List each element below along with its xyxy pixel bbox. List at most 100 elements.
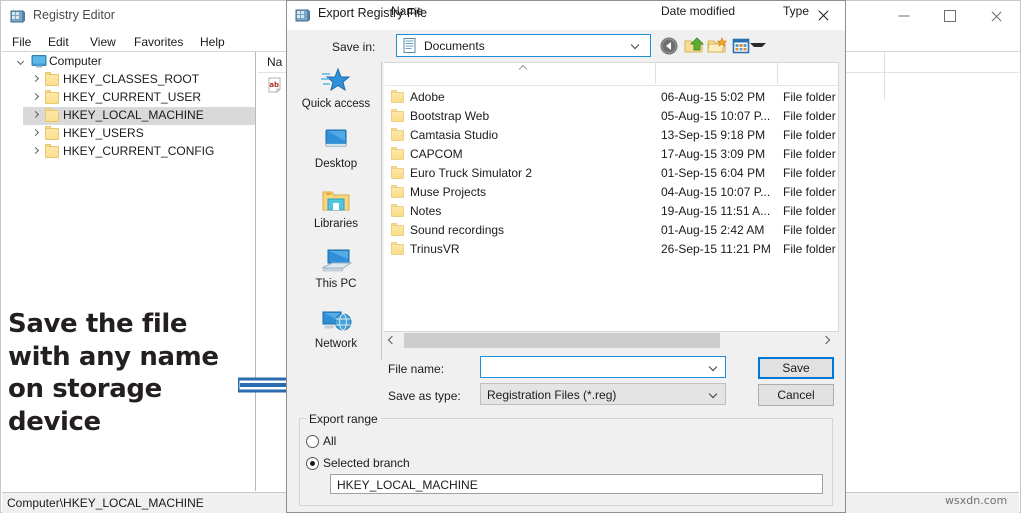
tree-node-label: HKEY_LOCAL_MACHINE [63, 108, 204, 122]
close-button[interactable] [973, 1, 1019, 31]
save-as-type-label: Save as type: [388, 389, 461, 403]
file-list-row[interactable]: Muse Projects 04-Aug-15 10:07 P... File … [385, 183, 838, 202]
file-date: 26-Sep-15 11:21 PM [661, 242, 771, 256]
tree-node-label: HKEY_USERS [63, 126, 144, 140]
documents-folder-icon [402, 38, 417, 53]
chevron-down-icon[interactable] [750, 43, 766, 52]
chevron-right-icon[interactable] [31, 111, 40, 120]
column-header-type[interactable]: Type [783, 4, 809, 18]
svg-text:ab: ab [269, 81, 279, 89]
place-quick-access[interactable]: Quick access [292, 66, 380, 124]
place-label: Quick access [301, 98, 371, 110]
folder-icon [391, 242, 404, 255]
registry-editor-icon [9, 7, 27, 25]
tree-node-computer[interactable]: Computer [9, 53, 255, 71]
file-date: 04-Aug-15 10:07 P... [661, 185, 771, 199]
chevron-right-icon[interactable] [31, 147, 40, 156]
file-list-row[interactable]: Euro Truck Simulator 2 01-Sep-15 6:04 PM… [385, 164, 838, 183]
views-button[interactable] [731, 36, 751, 56]
file-list-row[interactable]: Sound recordings 01-Aug-15 2:42 AM File … [385, 221, 838, 240]
save-in-label: Save in: [332, 40, 376, 54]
menu-edit[interactable]: Edit [41, 33, 76, 51]
folder-icon [45, 108, 59, 122]
folder-icon [391, 223, 404, 236]
radio-all[interactable] [306, 435, 319, 448]
up-one-level-button[interactable] [684, 36, 704, 56]
place-network[interactable]: Network [292, 306, 380, 364]
selected-branch-field[interactable] [335, 476, 822, 494]
menu-favorites[interactable]: Favorites [127, 33, 190, 51]
tree-node-hkey-local-machine[interactable]: HKEY_LOCAL_MACHINE [23, 107, 255, 125]
folder-icon [45, 144, 59, 158]
chevron-down-icon[interactable] [17, 57, 26, 66]
minimize-button[interactable] [881, 1, 927, 31]
scrollbar-thumb[interactable] [404, 333, 720, 348]
file-name-input[interactable] [480, 356, 726, 378]
folder-icon [391, 147, 404, 160]
column-divider[interactable] [777, 63, 778, 84]
file-list-row[interactable]: Notes 19-Aug-15 11:51 A... File folder [385, 202, 838, 221]
file-name: TrinusVR [410, 242, 460, 256]
radio-all-label[interactable]: All [323, 434, 336, 448]
network-globe-icon [319, 306, 353, 336]
folder-icon [45, 90, 59, 104]
file-date: 05-Aug-15 10:07 P... [661, 109, 771, 123]
computer-icon [31, 55, 47, 68]
close-icon [990, 10, 1003, 23]
file-type: File folder [783, 109, 836, 123]
libraries-folder-icon [319, 186, 353, 216]
cancel-button[interactable]: Cancel [758, 384, 834, 406]
column-divider[interactable] [655, 63, 656, 84]
column-header-name[interactable]: Name [391, 4, 423, 18]
tree-node-hkey-classes-root[interactable]: HKEY_CLASSES_ROOT [23, 71, 255, 89]
file-type: File folder [783, 204, 836, 218]
folder-icon [391, 109, 404, 122]
column-header-date-modified[interactable]: Date modified [661, 4, 735, 18]
tree-node-hkey-users[interactable]: HKEY_USERS [23, 125, 255, 143]
file-list-row[interactable]: TrinusVR 26-Sep-15 11:21 PM File folder [385, 240, 838, 259]
file-name: Euro Truck Simulator 2 [410, 166, 533, 180]
chevron-right-icon[interactable] [31, 129, 40, 138]
maximize-button[interactable] [927, 1, 973, 31]
place-this-pc[interactable]: This PC [292, 246, 380, 304]
value-column-name[interactable]: Na [267, 55, 282, 69]
file-list-row[interactable]: CAPCOM 17-Aug-15 3:09 PM File folder [385, 145, 838, 164]
save-button[interactable]: Save [758, 357, 834, 379]
tree-node-hkey-current-config[interactable]: HKEY_CURRENT_CONFIG [23, 143, 255, 161]
chevron-right-icon[interactable] [31, 93, 40, 102]
folder-icon [45, 72, 59, 86]
file-name: Sound recordings [410, 223, 505, 237]
place-libraries[interactable]: Libraries [292, 186, 380, 244]
selected-branch-input[interactable] [330, 474, 823, 494]
scroll-left-icon[interactable] [387, 335, 397, 346]
scroll-right-icon[interactable] [822, 335, 832, 346]
place-desktop[interactable]: Desktop [292, 126, 380, 184]
menu-file[interactable]: File [5, 33, 38, 51]
file-list-row[interactable]: Camtasia Studio 13-Sep-15 9:18 PM File f… [385, 126, 838, 145]
folder-icon [391, 90, 404, 103]
tree-node-hkey-current-user[interactable]: HKEY_CURRENT_USER [23, 89, 255, 107]
file-type: File folder [783, 242, 836, 256]
place-label: Libraries [313, 218, 359, 230]
file-list-row[interactable]: Bootstrap Web 05-Aug-15 10:07 P... File … [385, 107, 838, 126]
chevron-right-icon[interactable] [31, 75, 40, 84]
status-bar-path: Computer\HKEY_LOCAL_MACHINE [7, 496, 204, 510]
radio-selected-branch[interactable] [306, 457, 319, 470]
file-type: File folder [783, 223, 836, 237]
radio-selected-branch-label[interactable]: Selected branch [323, 456, 410, 470]
file-list-row[interactable]: Adobe 06-Aug-15 5:02 PM File folder [385, 88, 838, 107]
file-date: 19-Aug-15 11:51 A... [661, 204, 771, 218]
new-folder-button[interactable] [707, 36, 728, 56]
file-type: File folder [783, 147, 836, 161]
desktop-monitor-icon [319, 126, 353, 156]
column-divider[interactable] [884, 52, 885, 100]
file-type: File folder [783, 166, 836, 180]
registry-editor-icon [294, 6, 312, 24]
registry-editor-title: Registry Editor [33, 8, 115, 22]
back-button[interactable] [659, 36, 679, 56]
menu-help[interactable]: Help [193, 33, 232, 51]
export-range-legend: Export range [306, 412, 381, 426]
radio-dot [310, 461, 315, 466]
menu-view[interactable]: View [83, 33, 123, 51]
file-name-field[interactable] [485, 358, 701, 378]
